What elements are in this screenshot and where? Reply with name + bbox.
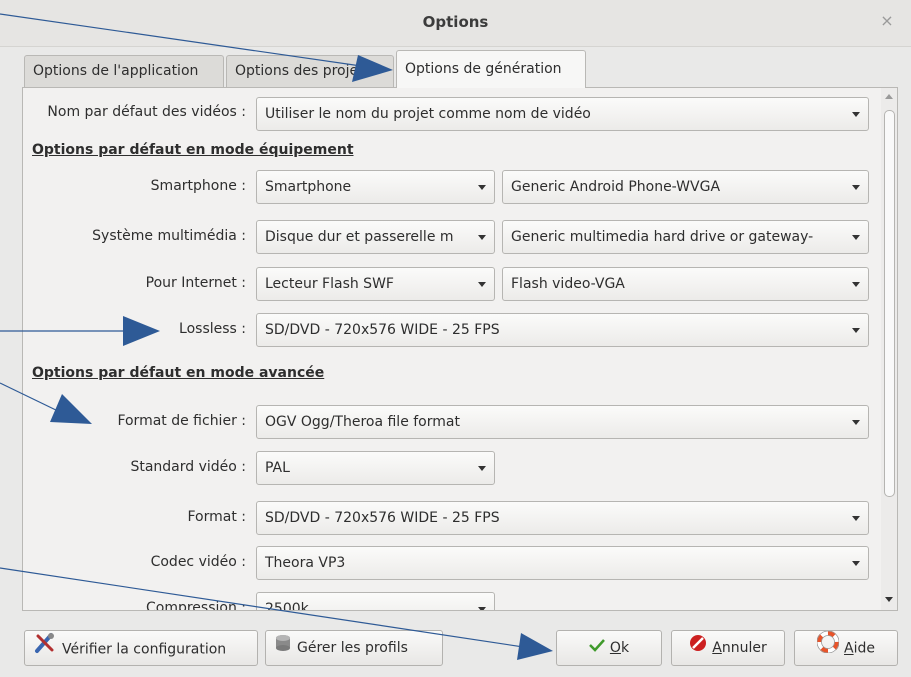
chevron-down-icon [852,112,860,117]
smartphone-profile-select[interactable]: Generic Android Phone-WVGA [502,170,869,204]
check-config-button[interactable]: Vérifier la configuration [24,630,258,666]
chevron-down-icon [852,235,860,240]
video-standard-value: PAL [265,460,290,476]
compression-value: 2500k [265,601,309,611]
close-icon[interactable]: × [877,11,897,31]
cancel-label-rest: nnuler [721,640,767,656]
chevron-down-icon [852,185,860,190]
chevron-down-icon [852,420,860,425]
cancel-icon [689,631,707,665]
lossless-value: SD/DVD - 720x576 WIDE - 25 FPS [265,322,500,338]
ok-label-rest: k [620,640,630,656]
chevron-down-icon [478,466,486,471]
section-advanced-heading: Options par défaut en mode avancée [32,365,325,381]
arrowhead-ok-button [517,633,553,660]
tab-generation-options[interactable]: Options de génération [396,50,586,88]
compression-select[interactable]: 2500k [256,592,495,611]
internet-value: Lecteur Flash SWF [265,276,394,292]
chevron-down-icon [852,561,860,566]
scroll-down-icon[interactable] [885,597,893,602]
manage-profiles-label: Gérer les profils [297,640,408,656]
chevron-down-icon [478,185,486,190]
help-button[interactable]: Aide [794,630,898,666]
tools-icon [33,631,57,668]
smartphone-label: Smartphone : [150,178,246,194]
check-config-label: Vérifier la configuration [62,641,227,658]
internet-profile-value: Flash video-VGA [511,276,625,292]
default-video-name-select[interactable]: Utiliser le nom du projet comme nom de v… [256,97,869,131]
compression-label: Compression : [145,600,246,611]
chevron-down-icon [852,328,860,333]
tab-project-options[interactable]: Options des projets [226,55,394,87]
vertical-scrollbar[interactable] [881,88,897,610]
tab-application-options[interactable]: Options de l'application [24,55,224,87]
file-format-label: Format de fichier : [117,413,246,429]
video-codec-value: Theora VP3 [265,555,346,571]
chevron-down-icon [478,607,486,610]
default-video-name-value: Utiliser le nom du projet comme nom de v… [265,106,591,122]
smartphone-profile-value: Generic Android Phone-WVGA [511,179,721,195]
ok-mnemonic: O [609,640,621,656]
internet-label: Pour Internet : [145,275,246,291]
lifebuoy-icon [816,630,840,666]
default-video-name-label: Nom par défaut des vidéos : [47,104,246,120]
video-standard-label: Standard vidéo : [130,459,246,475]
format-select[interactable]: SD/DVD - 720x576 WIDE - 25 FPS [256,501,869,535]
chevron-down-icon [478,235,486,240]
cancel-mnemonic: A [712,640,722,656]
internet-profile-select[interactable]: Flash video-VGA [502,267,869,301]
manage-profiles-button[interactable]: Gérer les profils [265,630,443,666]
help-mnemonic: A [844,640,854,657]
video-codec-label: Codec vidéo : [150,554,246,570]
lossless-select[interactable]: SD/DVD - 720x576 WIDE - 25 FPS [256,313,869,347]
ok-button[interactable]: Ok [556,630,662,666]
title-bar: Options × [0,0,911,47]
format-value: SD/DVD - 720x576 WIDE - 25 FPS [265,510,500,526]
scroll-up-icon[interactable] [885,94,893,99]
multimedia-label: Système multimédia : [92,228,246,244]
chevron-down-icon [478,282,486,287]
lossless-label: Lossless : [179,321,246,337]
database-icon [274,631,292,665]
internet-select[interactable]: Lecteur Flash SWF [256,267,495,301]
file-format-value: OGV Ogg/Theroa file format [265,414,460,430]
multimedia-profile-value: Generic multimedia hard drive or gateway… [511,229,814,245]
format-label: Format : [187,509,246,525]
smartphone-value: Smartphone [265,179,352,195]
help-label-rest: ide [853,640,875,657]
file-format-select[interactable]: OGV Ogg/Theroa file format [256,405,869,439]
checkmark-icon [589,631,605,665]
multimedia-profile-select[interactable]: Generic multimedia hard drive or gateway… [502,220,869,254]
multimedia-value: Disque dur et passerelle m [265,229,454,245]
section-equipment-heading: Options par défaut en mode équipement [32,142,354,158]
window-title: Options [422,13,489,31]
scrollbar-thumb[interactable] [884,110,895,497]
smartphone-select[interactable]: Smartphone [256,170,495,204]
video-standard-select[interactable]: PAL [256,451,495,485]
cancel-button[interactable]: Annuler [671,630,785,666]
chevron-down-icon [852,516,860,521]
generation-options-panel: Nom par défaut des vidéos : Utiliser le … [22,87,898,611]
chevron-down-icon [852,282,860,287]
video-codec-select[interactable]: Theora VP3 [256,546,869,580]
multimedia-select[interactable]: Disque dur et passerelle m [256,220,495,254]
